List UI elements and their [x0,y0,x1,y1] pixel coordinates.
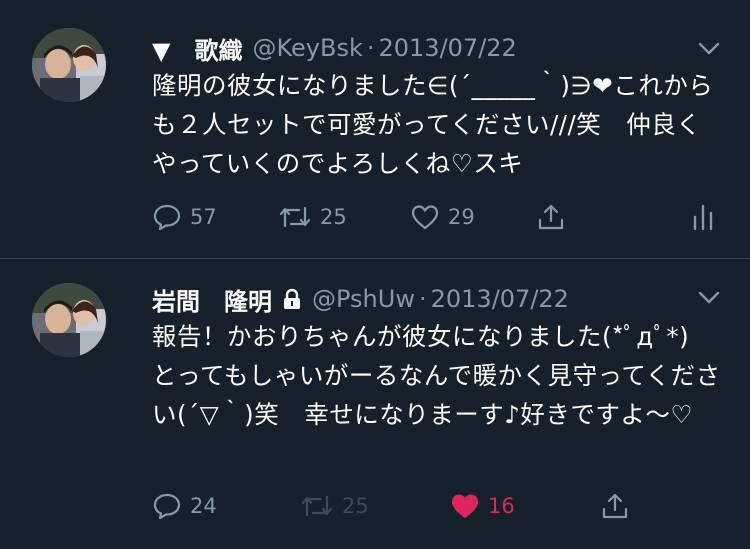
like-button[interactable]: 16 [450,491,515,521]
user-handle[interactable]: @PshUw [312,285,415,313]
retweet-count: 25 [320,205,347,229]
tweet-date[interactable]: 2013/07/22 [379,34,517,62]
share-button[interactable] [600,491,630,521]
tweet[interactable]: ▼ 歌織 @KeyBsk · 2013/07/22 隆明の彼女になりました∈(´… [0,0,750,258]
avatar[interactable] [32,28,106,102]
chevron-down-icon[interactable] [698,42,720,56]
display-name[interactable]: 岩間 隆明 [152,282,272,317]
share-icon [602,493,628,519]
retweet-button[interactable]: 25 [278,202,347,232]
tweet[interactable]: 岩間 隆明 @PshUw · 2013/07/22 報告！かおりちゃんが彼女にな… [0,258,750,549]
retweet-icon [279,206,311,228]
reply-icon [153,493,181,520]
reply-count: 57 [190,205,217,229]
avatar-photo [32,283,106,357]
reply-button[interactable]: 57 [152,202,217,232]
tweet-date[interactable]: 2013/07/22 [431,285,569,313]
analytics-icon [693,204,713,231]
like-button[interactable]: 29 [410,202,475,232]
reply-count: 24 [190,494,217,518]
like-count: 29 [448,205,475,229]
display-name[interactable]: ▼ 歌織 [152,31,242,66]
share-icon [538,204,564,230]
heart-icon [411,205,439,230]
reply-icon [153,204,181,231]
tweet-actions: 24 25 16 [152,491,720,527]
tweet-text: 隆明の彼女になりました∈(´_____｀)∋❤︎これからも２人セットで可愛がって… [152,71,714,178]
user-handle[interactable]: @KeyBsk [252,34,362,62]
separator-dot: · [366,34,375,62]
retweet-icon [301,495,333,517]
tweet-header: ▼ 歌織 @KeyBsk · 2013/07/22 [152,30,517,66]
reply-button[interactable]: 24 [152,491,217,521]
tweet-text: 報告！かおりちゃんが彼女になりました(*ﾟдﾟ*) とってもしゃいがーるなんで暖… [152,322,721,429]
separator-dot: · [418,285,427,313]
chevron-down-icon[interactable] [698,291,720,305]
lock-icon [284,288,300,309]
like-count: 16 [488,494,515,518]
tweet-actions: 57 25 29 [152,202,720,238]
retweet-button: 25 [300,491,369,521]
avatar[interactable] [32,283,106,357]
avatar-photo [32,28,106,102]
heart-filled-icon [452,494,478,518]
share-button[interactable] [536,202,566,232]
tweet-header: 岩間 隆明 @PshUw · 2013/07/22 [152,281,569,317]
retweet-count: 25 [342,494,369,518]
analytics-button[interactable] [688,202,718,232]
